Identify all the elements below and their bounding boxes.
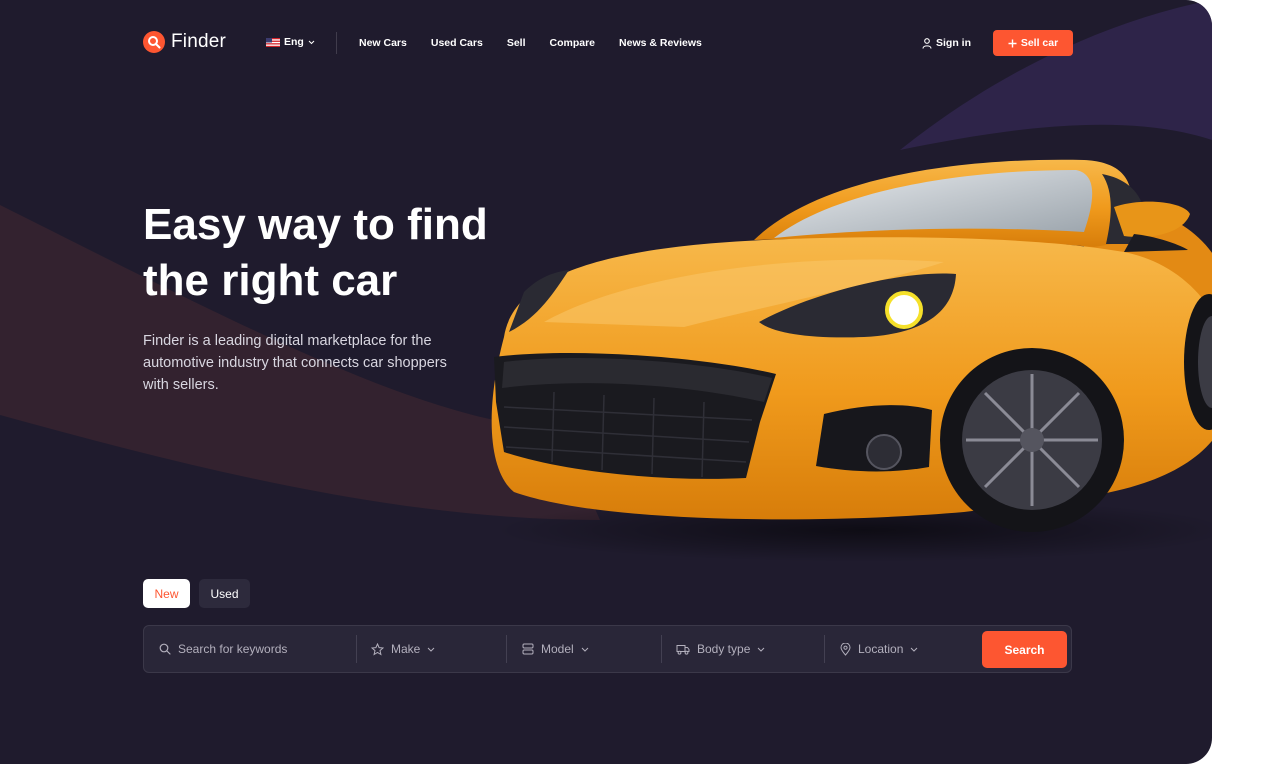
page-frame: Finder Eng New Cars Used Cars Sell Compa… (0, 0, 1212, 764)
signin-label: Sign in (936, 37, 971, 49)
brand-name: Finder (171, 31, 227, 52)
model-select[interactable]: Model (522, 626, 662, 672)
keywords-field[interactable]: Search for keywords (159, 626, 354, 672)
signin-link[interactable]: Sign in (922, 37, 971, 49)
model-label: Model (541, 642, 574, 656)
field-divider (506, 635, 507, 663)
field-divider (661, 635, 662, 663)
hero-title-line2: the right car (143, 256, 398, 305)
nav-sell[interactable]: Sell (507, 37, 526, 49)
hero-description: Finder is a leading digital marketplace … (143, 333, 447, 393)
make-label: Make (391, 642, 421, 656)
brand-logo[interactable]: Finder (143, 31, 226, 53)
flag-us-icon (266, 37, 280, 47)
language-selector[interactable]: Eng (266, 36, 315, 48)
nav-divider (336, 32, 337, 54)
location-select[interactable]: Location (840, 626, 970, 672)
swoosh-right (900, 0, 1212, 150)
chevron-down-icon (911, 647, 918, 652)
search-bar: Search for keywords Make Model Body type… (143, 625, 1072, 673)
chevron-down-icon (581, 647, 589, 652)
nav-used-cars[interactable]: Used Cars (431, 37, 483, 49)
sell-car-button[interactable]: Sell car (993, 30, 1073, 56)
model-icon (522, 643, 534, 655)
chevron-down-icon (758, 647, 765, 652)
hero-title: Easy way to find the right car (143, 197, 543, 309)
car-image (491, 159, 1212, 562)
field-divider (356, 635, 357, 663)
field-divider (824, 635, 825, 663)
map-pin-icon (840, 642, 851, 656)
nav-news-reviews[interactable]: News & Reviews (619, 37, 702, 49)
search-icon (159, 643, 171, 655)
plus-icon (1008, 39, 1017, 47)
body-type-label: Body type (697, 642, 751, 656)
tab-used[interactable]: Used (199, 579, 250, 608)
chevron-down-icon (427, 647, 435, 652)
tab-new[interactable]: New (143, 579, 190, 608)
car-front-hub (1020, 428, 1044, 452)
body-type-select[interactable]: Body type (676, 626, 826, 672)
language-label: Eng (284, 36, 304, 48)
nav-new-cars[interactable]: New Cars (359, 37, 407, 49)
keywords-placeholder: Search for keywords (178, 642, 288, 656)
car-headlight-lamp (885, 291, 923, 329)
user-icon (922, 37, 932, 49)
main-nav: New Cars Used Cars Sell Compare News & R… (359, 37, 702, 49)
make-select[interactable]: Make (371, 626, 501, 672)
chevron-down-icon (308, 40, 315, 44)
search-button[interactable]: Search (982, 631, 1067, 668)
star-icon (371, 642, 384, 656)
sell-car-label: Sell car (1020, 37, 1059, 49)
hero-title-line1: Easy way to find (143, 200, 488, 249)
car-fog-light (866, 434, 902, 470)
truck-icon (676, 644, 690, 655)
location-label: Location (858, 642, 904, 656)
nav-compare[interactable]: Compare (550, 37, 596, 49)
search-icon (143, 31, 165, 53)
